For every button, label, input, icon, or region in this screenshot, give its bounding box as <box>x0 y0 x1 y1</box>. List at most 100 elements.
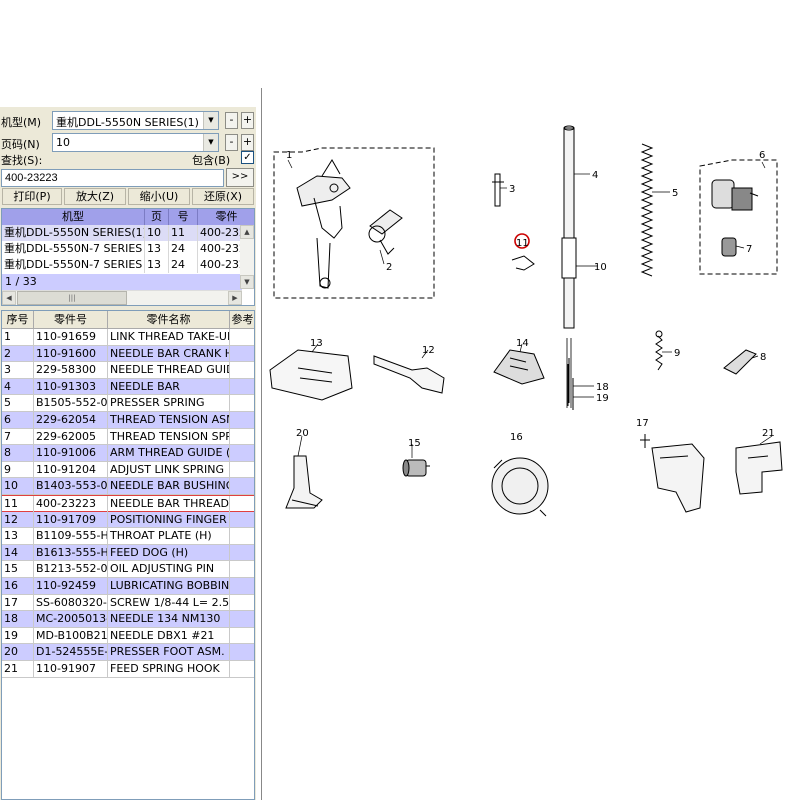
grid-row[interactable]: 重机DDL-5550N-7 SERIES 13 24 400-232 <box>2 241 242 257</box>
table-row[interactable]: 17 SS-6080320-S SCREW 1/8-44 L= 2.5 <box>2 594 254 612</box>
search-input[interactable] <box>1 169 224 187</box>
table-row[interactable]: 9 110-91204 ADJUST LINK SPRING <box>2 461 254 479</box>
page-select[interactable]: 10 ▼ <box>52 133 219 152</box>
presser-foot-part[interactable] <box>285 455 323 509</box>
search-go-button[interactable]: >> <box>226 168 254 187</box>
scroll-down-icon[interactable]: ▼ <box>240 275 254 289</box>
lubricating-bobbin-part[interactable] <box>491 457 549 517</box>
callout-11[interactable]: 11 <box>516 238 529 249</box>
callout-18[interactable]: 18 <box>596 382 609 393</box>
model-select[interactable]: 重机DDL-5550N SERIES(1) ▼ <box>52 111 219 130</box>
adjust-link-spring-part[interactable] <box>655 330 663 371</box>
callout-15[interactable]: 15 <box>408 438 421 449</box>
table-row[interactable]: 8 110-91006 ARM THREAD GUIDE (H/ <box>2 445 254 462</box>
callout-21[interactable]: 21 <box>762 428 775 439</box>
callout-17[interactable]: 17 <box>636 418 649 429</box>
table-row[interactable]: 5B1505-552-000PRESSER SPRING <box>2 395 254 412</box>
callout-2[interactable]: 2 <box>386 262 392 273</box>
table-row[interactable]: 21 110-91907 FEED SPRING HOOK <box>2 661 254 678</box>
callout-5[interactable]: 5 <box>672 188 678 199</box>
callout-13[interactable]: 13 <box>310 338 323 349</box>
column-header[interactable]: 序号 <box>2 311 34 329</box>
callout-4[interactable]: 4 <box>592 170 598 181</box>
table-row[interactable]: 13 B1109-555-H0 THROAT PLATE (H) <box>2 528 254 545</box>
zoom-out-button[interactable]: 缩小(U) <box>128 188 190 205</box>
screw-part[interactable] <box>640 434 650 448</box>
chevron-down-icon[interactable]: ▼ <box>203 134 218 151</box>
page-prev-button[interactable]: - <box>225 134 238 151</box>
part-name-cell: OIL ADJUSTING PIN <box>108 561 230 578</box>
group-box <box>699 159 778 275</box>
callout-19[interactable]: 19 <box>596 393 609 404</box>
presser-spring-part[interactable] <box>640 143 654 277</box>
needle-bar-thread-guide-part[interactable] <box>511 255 535 271</box>
needle-bar-part[interactable] <box>561 125 577 408</box>
column-header[interactable]: 零件 <box>198 209 254 225</box>
reference-cell <box>230 512 254 528</box>
positioning-finger-part[interactable] <box>373 355 445 394</box>
zoom-in-button[interactable]: 放大(Z) <box>64 188 126 205</box>
feed-spring-hook-part[interactable] <box>651 443 705 513</box>
callout-20[interactable]: 20 <box>296 428 309 439</box>
throat-plate-part[interactable] <box>269 349 353 401</box>
column-header[interactable]: 号 <box>169 209 198 225</box>
table-row[interactable]: 20 D1-524555E-B PRESSER FOOT ASM. <box>2 644 254 661</box>
needle-bar-crank-part[interactable] <box>368 209 403 255</box>
callout-3[interactable]: 3 <box>509 184 515 195</box>
horizontal-scrollbar[interactable]: ◀ ||| ▶ <box>2 290 242 305</box>
page-label: 页码(N) <box>1 138 40 151</box>
contains-checkbox[interactable]: ✓ <box>241 151 254 164</box>
callout-10[interactable]: 10 <box>594 262 607 273</box>
print-button[interactable]: 打印(P) <box>2 188 62 205</box>
callout-16[interactable]: 16 <box>510 432 523 443</box>
model-next-button[interactable]: + <box>241 112 254 129</box>
bracket-part[interactable] <box>735 441 783 495</box>
scroll-left-icon[interactable]: ◀ <box>2 291 16 305</box>
table-row[interactable]: 12 110-91709 POSITIONING FINGER <box>2 511 254 529</box>
table-row[interactable]: 10B1403-553-000NEEDLE BAR BUSHING <box>2 478 254 495</box>
oil-adjusting-pin-part[interactable] <box>402 459 430 477</box>
callout-1[interactable]: 1 <box>286 150 292 161</box>
scroll-right-icon[interactable]: ▶ <box>228 291 242 305</box>
table-row[interactable]: 7 229-62005 THREAD TENSION SPRI <box>2 428 254 446</box>
needle-thread-guide-part[interactable] <box>492 173 504 207</box>
column-header[interactable]: 零件名称 <box>108 311 230 329</box>
chevron-down-icon[interactable]: ▼ <box>203 112 218 129</box>
table-row[interactable]: 14 B1613-555-H0 FEED DOG (H) <box>2 544 254 562</box>
feed-dog-part[interactable] <box>493 349 545 385</box>
column-header[interactable]: 参考 <box>230 311 254 329</box>
callout-7[interactable]: 7 <box>746 244 752 255</box>
callout-8[interactable]: 8 <box>760 352 766 363</box>
callout-9[interactable]: 9 <box>674 348 680 359</box>
table-row[interactable]: 4 110-91303 NEEDLE BAR <box>2 378 254 396</box>
table-row[interactable]: 15B1213-552-000OIL ADJUSTING PIN <box>2 561 254 578</box>
table-row[interactable]: 2 110-91600 NEEDLE BAR CRANK H <box>2 345 254 363</box>
table-row[interactable]: 6 229-62054 THREAD TENSION ASM. <box>2 412 254 429</box>
callout-14[interactable]: 14 <box>516 338 529 349</box>
callout-6[interactable]: 6 <box>759 150 765 161</box>
page-next-button[interactable]: + <box>241 134 254 151</box>
column-header[interactable]: 机型 <box>2 209 145 225</box>
table-row[interactable]: 3 229-58300 NEEDLE THREAD GUIDE <box>2 362 254 379</box>
scroll-up-icon[interactable]: ▲ <box>240 225 254 239</box>
restore-button[interactable]: 还原(X) <box>192 188 254 205</box>
table-row[interactable]: 16 110-92459 LUBRICATING BOBBIN A <box>2 578 254 595</box>
row-number-cell: 9 <box>2 461 34 478</box>
vertical-scrollbar[interactable]: ▲ ▼ <box>240 225 254 289</box>
table-row[interactable]: 19MD-B100B21-0NEEDLE DBX1 #21 <box>2 627 254 645</box>
part-number-cell: SS-6080320-S <box>36 594 108 611</box>
grid-row[interactable]: 重机DDL-5550N SERIES(1) 10 11 400-232 <box>2 225 242 241</box>
part-name-cell: POSITIONING FINGER <box>108 511 230 528</box>
table-row[interactable]: 18MC-2005013-0NEEDLE 134 NM130 <box>2 611 254 628</box>
arm-thread-guide-part[interactable] <box>723 349 757 375</box>
table-row[interactable]: 11 400-23223 NEEDLE BAR THREAD G <box>2 495 254 512</box>
callout-12[interactable]: 12 <box>422 345 435 356</box>
scroll-thumb[interactable]: ||| <box>17 291 127 305</box>
take-up-link-part[interactable] <box>296 159 351 289</box>
part-name-cell: NEEDLE BAR BUSHING <box>110 478 230 495</box>
model-prev-button[interactable]: - <box>225 112 238 129</box>
column-header[interactable]: 页 <box>145 209 169 225</box>
grid-row[interactable]: 重机DDL-5550N-7 SERIES ( 13 24 400-232 <box>2 257 242 273</box>
column-header[interactable]: 零件号 <box>34 311 108 329</box>
table-row[interactable]: 1 110-91659 LINK THREAD TAKE-UP <box>2 329 254 346</box>
